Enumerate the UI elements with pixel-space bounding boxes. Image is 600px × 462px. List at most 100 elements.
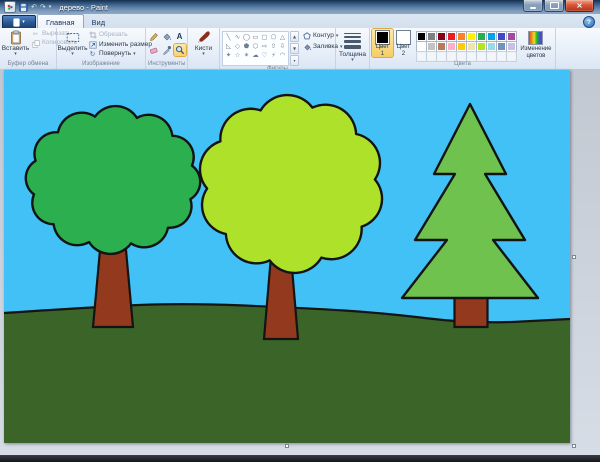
tab-view[interactable]: Вид <box>84 14 114 28</box>
maximize-icon <box>550 2 559 9</box>
rotate-icon: ↻ <box>88 51 97 58</box>
color2-button[interactable]: Цвет 2 <box>393 29 414 57</box>
palette-color[interactable] <box>447 32 456 41</box>
shape-option[interactable]: △ <box>278 33 287 42</box>
shape-option[interactable]: ♡ <box>260 51 269 60</box>
shape-option[interactable]: ⬟ <box>242 42 251 51</box>
color-picker-tool-button[interactable] <box>161 44 173 56</box>
group-label-colors: Цвета <box>372 61 553 69</box>
edit-colors-button[interactable]: Изменение цветов <box>519 29 553 60</box>
palette-color[interactable] <box>497 32 506 41</box>
qat-customize-icon[interactable]: ▾ <box>49 5 52 10</box>
eraser-icon <box>149 45 159 55</box>
palette-color[interactable] <box>417 42 426 51</box>
text-tool-button[interactable]: A <box>174 31 186 43</box>
palette-empty-slot[interactable] <box>427 52 436 61</box>
shape-option[interactable]: ◇ <box>233 42 242 51</box>
shape-option[interactable]: ✦ <box>224 51 233 60</box>
eraser-tool-button[interactable] <box>148 44 160 56</box>
palette-color[interactable] <box>467 42 476 51</box>
palette-color[interactable] <box>507 42 516 51</box>
chevron-down-icon: ▾ <box>351 58 354 63</box>
crop-button[interactable]: Обрезать <box>88 31 152 39</box>
palette-color[interactable] <box>437 32 446 41</box>
shape-option[interactable]: ▢ <box>260 33 269 42</box>
palette-color[interactable] <box>457 32 466 41</box>
canvas-resize-handle-right[interactable] <box>572 255 576 259</box>
chevron-down-icon: ▾ <box>202 52 205 57</box>
redo-icon[interactable]: ↷ <box>40 2 46 13</box>
fill-tool-button[interactable] <box>161 31 173 43</box>
application-menu-button[interactable]: ▾ <box>2 15 36 29</box>
shapes-more-icon[interactable]: ▾ <box>290 55 299 66</box>
palette-empty-slot[interactable] <box>487 52 496 61</box>
palette-color[interactable] <box>467 32 476 41</box>
paint-window: ↶ ↷ ▾ дерево - Paint × ▾ Главная Вид ? <box>0 0 600 462</box>
shape-option[interactable]: ⬡ <box>251 42 260 51</box>
palette-color[interactable] <box>477 32 486 41</box>
palette-color[interactable] <box>447 42 456 51</box>
select-button[interactable]: Выделить ▾ <box>59 29 86 57</box>
shape-option[interactable]: ☁ <box>251 51 260 60</box>
shape-option[interactable]: ⚡ <box>269 51 278 60</box>
shape-option[interactable]: ✶ <box>242 51 251 60</box>
shape-option[interactable]: ╲ <box>224 33 233 42</box>
scroll-up-icon[interactable]: ▲ <box>290 31 299 42</box>
canvas-resize-handle-corner[interactable] <box>572 444 576 448</box>
scissors-icon: ✂ <box>31 31 40 38</box>
palette-color[interactable] <box>487 32 496 41</box>
shape-option[interactable]: ◠ <box>278 51 287 60</box>
rotate-button[interactable]: ↻ Повернуть ▾ <box>88 51 152 58</box>
shape-option[interactable]: ⇧ <box>269 42 278 51</box>
palette-color[interactable] <box>427 42 436 51</box>
minimize-button[interactable] <box>523 0 543 12</box>
paint-app-icon[interactable] <box>4 1 16 13</box>
resize-button[interactable]: Изменить размер <box>88 41 152 49</box>
tab-home[interactable]: Главная <box>37 14 84 28</box>
crop-icon <box>88 31 97 39</box>
brushes-button[interactable]: Кисти ▾ <box>190 29 217 57</box>
palette-color[interactable] <box>457 42 466 51</box>
palette-color[interactable] <box>507 32 516 41</box>
palette-empty-slot[interactable] <box>497 52 506 61</box>
magnifier-tool-button[interactable] <box>174 44 186 56</box>
undo-icon[interactable]: ↶ <box>31 2 37 13</box>
work-area <box>0 69 600 455</box>
shape-option[interactable]: ⬠ <box>269 33 278 42</box>
shape-option[interactable]: ⇩ <box>278 42 287 51</box>
color1-button[interactable]: Цвет 1 <box>372 29 393 57</box>
shape-option[interactable]: ∿ <box>233 33 242 42</box>
canvas-resize-handle-bottom[interactable] <box>285 444 289 448</box>
palette-empty-slot[interactable] <box>437 52 446 61</box>
palette-empty-slot[interactable] <box>467 52 476 61</box>
help-button[interactable]: ? <box>583 16 595 28</box>
size-button[interactable]: Толщина ▾ <box>339 29 366 63</box>
pencil-tool-button[interactable] <box>148 31 160 43</box>
shapes-grid: ╲∿◯▭▢⬠△ ◺◇⬟⬡⇨⇧⇩ ✦☆✶☁♡⚡◠ <box>222 31 289 66</box>
palette-color[interactable] <box>497 42 506 51</box>
shape-option[interactable]: ◯ <box>242 33 251 42</box>
palette-empty-slot[interactable] <box>457 52 466 61</box>
paste-button[interactable]: Вставить ▾ <box>2 29 29 57</box>
color1-number: 1 <box>381 51 384 58</box>
shape-option[interactable]: ⇨ <box>260 42 269 51</box>
palette-empty-slot[interactable] <box>417 52 426 61</box>
palette-empty-slot[interactable] <box>507 52 516 61</box>
shape-option[interactable]: ☆ <box>233 51 242 60</box>
shape-option[interactable]: ▭ <box>251 33 260 42</box>
palette-color[interactable] <box>437 42 446 51</box>
palette-empty-slot[interactable] <box>477 52 486 61</box>
palette-color[interactable] <box>427 32 436 41</box>
save-icon[interactable] <box>19 2 28 13</box>
chevron-down-icon: ▾ <box>22 20 25 25</box>
tools-grid: A <box>148 31 186 56</box>
close-button[interactable]: × <box>565 0 594 12</box>
palette-color[interactable] <box>477 42 486 51</box>
palette-empty-slot[interactable] <box>447 52 456 61</box>
scroll-down-icon[interactable]: ▼ <box>290 43 299 54</box>
drawing-canvas[interactable] <box>4 70 570 443</box>
palette-color[interactable] <box>487 42 496 51</box>
palette-color[interactable] <box>417 32 426 41</box>
shape-option[interactable]: ◺ <box>224 42 233 51</box>
maximize-button[interactable] <box>544 0 564 12</box>
